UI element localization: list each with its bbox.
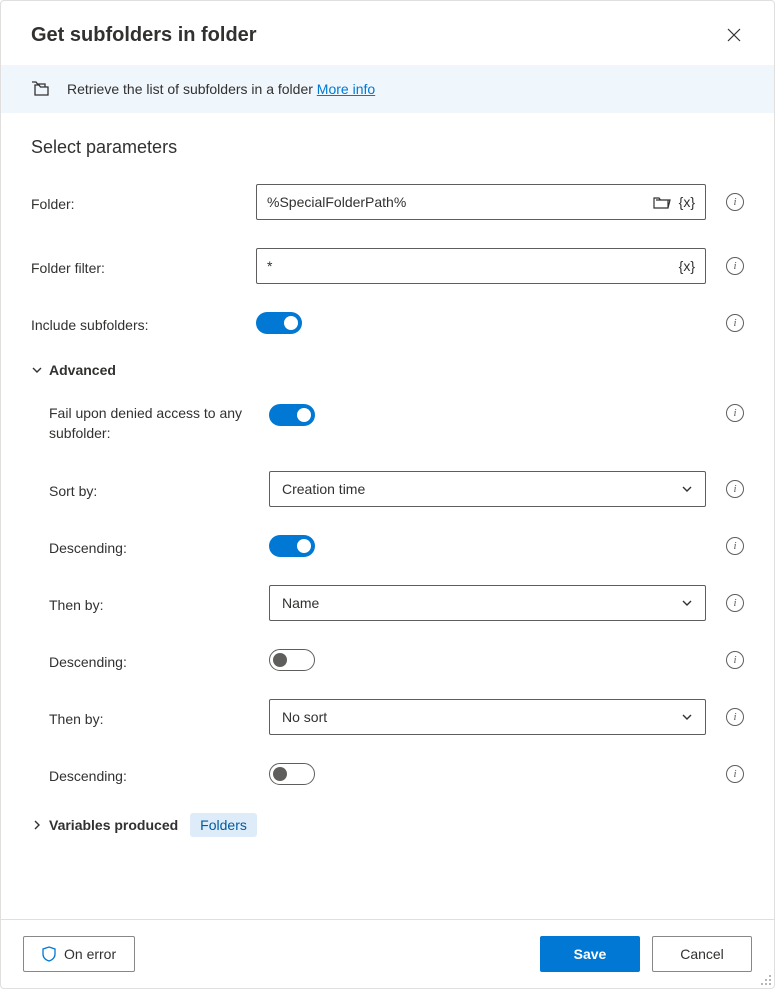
close-button[interactable] <box>722 23 746 47</box>
then-by-2-select[interactable]: No sort <box>269 699 706 735</box>
resize-grip-icon[interactable] <box>760 974 772 986</box>
folder-label: Folder: <box>31 192 246 212</box>
info-icon[interactable]: i <box>726 404 744 422</box>
close-icon <box>727 28 741 42</box>
info-icon[interactable]: i <box>726 193 744 211</box>
more-info-link[interactable]: More info <box>317 81 375 97</box>
descending-3-toggle[interactable] <box>269 763 315 785</box>
descending-1-label: Descending: <box>49 536 259 556</box>
info-icon[interactable]: i <box>726 257 744 275</box>
descending-3-label: Descending: <box>49 764 259 784</box>
shield-icon <box>42 946 56 962</box>
fail-denied-label: Fail upon denied access to any subfolder… <box>49 400 259 443</box>
variables-produced-toggle[interactable]: Variables produced <box>31 817 178 833</box>
variable-picker-icon[interactable]: {x} <box>679 194 695 210</box>
sort-by-select[interactable]: Creation time <box>269 471 706 507</box>
chevron-down-icon <box>681 483 693 495</box>
then-by-2-label: Then by: <box>49 707 259 727</box>
sort-by-label: Sort by: <box>49 479 259 499</box>
then-by-1-select[interactable]: Name <box>269 585 706 621</box>
info-icon[interactable]: i <box>726 708 744 726</box>
descending-1-toggle[interactable] <box>269 535 315 557</box>
info-icon[interactable]: i <box>726 765 744 783</box>
cancel-button[interactable]: Cancel <box>652 936 752 972</box>
chevron-down-icon <box>31 364 43 376</box>
chevron-right-icon <box>31 819 43 831</box>
dialog-title: Get subfolders in folder <box>31 24 257 47</box>
variable-badge-folders[interactable]: Folders <box>190 813 257 837</box>
variable-picker-icon[interactable]: {x} <box>679 258 695 274</box>
descending-2-toggle[interactable] <box>269 649 315 671</box>
descending-2-label: Descending: <box>49 650 259 670</box>
include-subfolders-toggle[interactable] <box>256 312 302 334</box>
folders-icon <box>31 79 53 99</box>
info-bar-text: Retrieve the list of subfolders in a fol… <box>67 81 375 97</box>
info-icon[interactable]: i <box>726 314 744 332</box>
info-icon[interactable]: i <box>726 480 744 498</box>
folder-filter-label: Folder filter: <box>31 256 246 276</box>
info-icon[interactable]: i <box>726 594 744 612</box>
section-title: Select parameters <box>31 137 744 158</box>
info-bar: Retrieve the list of subfolders in a fol… <box>1 65 774 113</box>
then-by-1-label: Then by: <box>49 593 259 613</box>
folder-input[interactable]: %SpecialFolderPath% {x} <box>256 184 706 220</box>
on-error-button[interactable]: On error <box>23 936 135 972</box>
save-button[interactable]: Save <box>540 936 640 972</box>
include-subfolders-label: Include subfolders: <box>31 313 246 333</box>
chevron-down-icon <box>681 597 693 609</box>
folder-filter-input[interactable]: * {x} <box>256 248 706 284</box>
fail-denied-toggle[interactable] <box>269 404 315 426</box>
browse-folder-icon[interactable] <box>653 195 671 209</box>
chevron-down-icon <box>681 711 693 723</box>
info-icon[interactable]: i <box>726 651 744 669</box>
info-icon[interactable]: i <box>726 537 744 555</box>
advanced-section-toggle[interactable]: Advanced <box>31 362 744 378</box>
